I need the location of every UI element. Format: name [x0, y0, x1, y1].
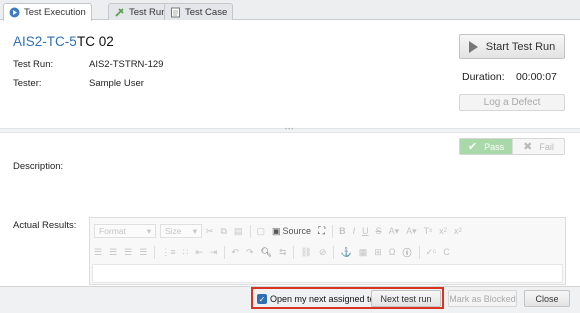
tester-value: Sample User [89, 78, 144, 89]
underline-icon[interactable]: U [362, 226, 369, 236]
align-right-icon[interactable]: ☰ [124, 247, 132, 258]
paste-icon[interactable]: ▤ [234, 226, 243, 237]
increase-indent-icon[interactable]: ⇥ [210, 247, 218, 258]
wrench-icon [114, 7, 125, 18]
special-char-icon[interactable]: Ω [389, 247, 396, 257]
description-label: Description: [13, 161, 64, 172]
copy-icon[interactable]: ⧉ [221, 226, 227, 237]
decrease-indent-icon[interactable]: ⇤ [195, 247, 203, 258]
editor-toolbar-row-2: ☰ ☰ ☰ ☰ ⋮≡ ∷ ⇤ ⇥ ↶ ↷ 🔍︎ ⇆ ⛓ ⊘ ⚓ ▦ ⊞ Ω ⓘ … [90, 242, 457, 262]
tab-test-execution[interactable]: Test Execution [3, 3, 92, 21]
actual-results-label: Actual Results: [13, 220, 77, 231]
spellcheck-icon[interactable]: ✓ᶜ [426, 247, 437, 258]
tab-label: Test Case [185, 6, 228, 18]
source-button[interactable]: ▣ Source [272, 226, 311, 237]
editor-toolbar-row-1: Format ▾ Size ▾ ✂ ⧉ ▤ ▢ ▣ Source ⛶ B I U S … [90, 221, 469, 241]
chevron-down-icon: ▾ [192, 225, 197, 236]
pass-fail-toggle: ✔ Pass ✖ Fail [459, 138, 565, 155]
x-icon: ✖ [523, 141, 533, 153]
replace-icon[interactable]: ⇆ [279, 247, 287, 258]
bulleted-list-icon[interactable]: ∷ [183, 247, 189, 258]
actual-results-editor: Format ▾ Size ▾ ✂ ⧉ ▤ ▢ ▣ Source ⛶ B I U S … [89, 217, 566, 285]
chevron-down-icon: ▾ [146, 225, 151, 236]
cut-icon[interactable]: ✂ [206, 226, 214, 237]
background-color-icon[interactable]: A▾ [406, 226, 417, 237]
subscript-icon[interactable]: x2 [439, 226, 447, 236]
log-defect-button[interactable]: Log a Defect [459, 94, 565, 111]
align-center-icon[interactable]: ☰ [109, 247, 117, 258]
source-icon: ▣ [272, 225, 281, 236]
format-label: Format [99, 226, 126, 236]
superscript-icon[interactable]: x2 [454, 226, 462, 236]
copy-format-icon[interactable]: C [443, 247, 450, 257]
mark-as-blocked-button[interactable]: Mark as Blocked [448, 290, 517, 307]
redo-icon[interactable]: ↷ [246, 247, 254, 258]
tab-bar: Test Execution Test Run Details Test Cas… [0, 0, 580, 21]
strikethrough-icon[interactable]: S [376, 226, 382, 236]
format-dropdown[interactable]: Format ▾ [94, 224, 156, 238]
log-defect-label: Log a Defect [483, 97, 541, 108]
unlink-icon[interactable]: ⊘ [319, 247, 327, 258]
test-run-value: AIS2-TSTRN-129 [89, 59, 164, 70]
close-label: Close [535, 293, 559, 304]
splitter-grip-icon: ••• [285, 127, 295, 133]
size-dropdown[interactable]: Size ▾ [160, 224, 202, 238]
next-test-run-button[interactable]: Next test run [371, 290, 441, 307]
close-button[interactable]: Close [524, 290, 570, 307]
numbered-list-icon[interactable]: ⋮≡ [161, 247, 175, 258]
tab-label: Test Execution [24, 7, 86, 18]
mark-as-blocked-label: Mark as Blocked [449, 293, 516, 304]
text-color-icon[interactable]: A▾ [389, 226, 400, 237]
image-icon[interactable]: ▦ [359, 247, 368, 258]
duration-label: Duration: [462, 71, 505, 83]
align-left-icon[interactable]: ☰ [94, 247, 102, 258]
play-icon [468, 40, 478, 53]
pass-label: Pass [484, 141, 505, 152]
tab-test-case[interactable]: Test Case [164, 3, 234, 20]
table-icon[interactable]: ⊞ [374, 247, 382, 258]
link-icon[interactable]: ⛓ [300, 247, 311, 258]
open-next-checkbox[interactable]: ✓ [257, 294, 267, 304]
pass-button[interactable]: ✔ Pass [460, 139, 512, 154]
test-case-name: TC 02 [77, 34, 114, 49]
source-label: Source [282, 226, 312, 236]
italic-icon[interactable]: I [353, 226, 356, 236]
fail-button[interactable]: ✖ Fail [511, 139, 564, 154]
open-next-label: Open my next assigned test [270, 294, 382, 304]
info-icon[interactable]: ⓘ [402, 246, 411, 259]
anchor-icon[interactable]: ⚓ [340, 247, 351, 258]
undo-icon[interactable]: ↶ [231, 247, 239, 258]
tester-label: Tester: [13, 78, 42, 89]
duration-value: 00:00:07 [516, 71, 557, 83]
actual-results-input[interactable] [92, 264, 563, 283]
test-run-label: Test Run: [13, 59, 54, 70]
check-icon: ✔ [467, 141, 478, 153]
size-label: Size [165, 226, 182, 236]
start-test-run-button[interactable]: Start Test Run [459, 34, 565, 59]
play-circle-icon [9, 7, 20, 18]
panel-splitter[interactable]: ••• [0, 127, 580, 133]
find-icon[interactable]: 🔍︎ [261, 247, 272, 258]
next-test-run-label: Next test run [380, 293, 432, 304]
document-icon [170, 7, 181, 18]
remove-format-icon[interactable]: Tx [424, 226, 433, 236]
fail-label: Fail [539, 141, 554, 152]
paste-text-icon[interactable]: ▢ [257, 226, 266, 237]
justify-icon[interactable]: ☰ [139, 247, 147, 258]
maximize-icon[interactable]: ⛶ [318, 226, 325, 237]
bold-icon[interactable]: B [339, 226, 346, 236]
test-case-id-link[interactable]: AIS2-TC-5 [13, 34, 77, 49]
start-test-run-label: Start Test Run [485, 40, 556, 53]
